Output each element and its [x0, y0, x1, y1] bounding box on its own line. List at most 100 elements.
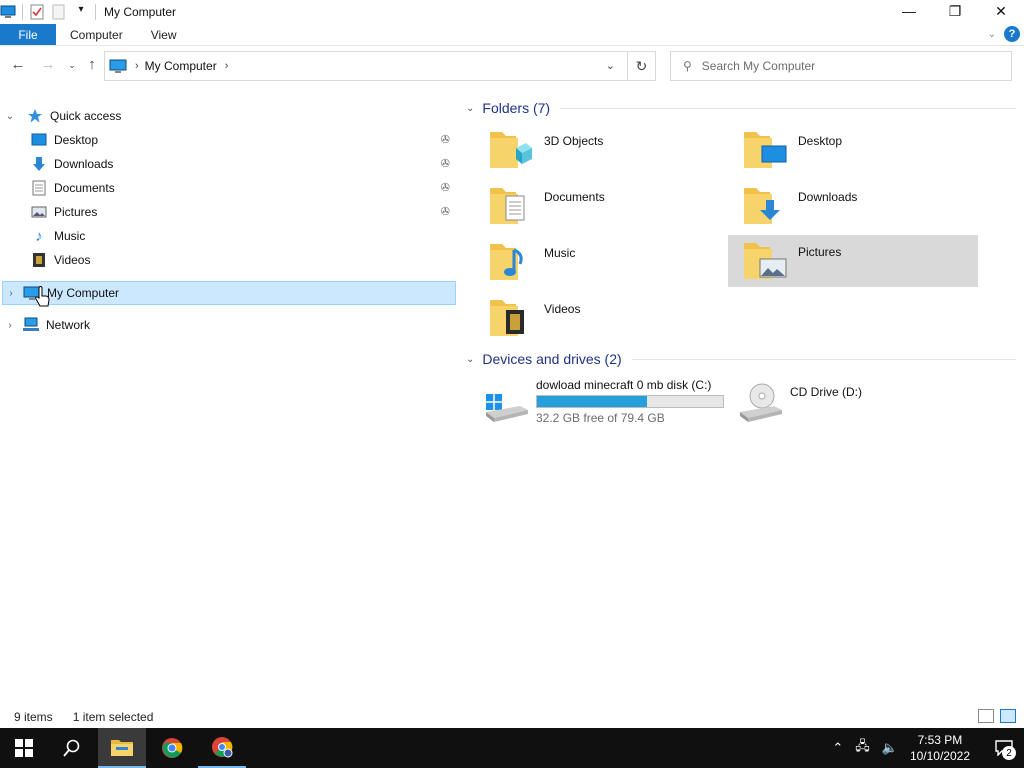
drive-free-space: 32.2 GB free of 79.4 GB: [536, 411, 665, 425]
tab-view[interactable]: View: [137, 24, 191, 45]
drive-c[interactable]: dowload minecraft 0 mb disk (C:) 32.2 GB…: [474, 376, 734, 426]
nav-item-music[interactable]: ♪ Music: [30, 224, 458, 248]
network-status-icon[interactable]: 🖧: [855, 737, 870, 759]
title-bar: ▾ My Computer — ❐ ✕: [0, 0, 1024, 24]
folder-label: Music: [544, 246, 576, 260]
collapsed-chevron-icon[interactable]: ›: [3, 288, 19, 299]
folder-label: Pictures: [798, 245, 842, 259]
folder-tile-pictures[interactable]: Pictures: [728, 235, 978, 287]
nav-label: Quick access: [50, 109, 122, 123]
address-dropdown-icon[interactable]: ⌄: [606, 59, 615, 72]
expanded-chevron-icon[interactable]: ⌄: [2, 111, 18, 122]
nav-item-pictures[interactable]: Pictures ✇: [30, 200, 458, 224]
search-button[interactable]: [48, 728, 96, 768]
restore-button[interactable]: ❐: [932, 0, 978, 22]
group-collapse-chevron-icon[interactable]: ⌄: [466, 354, 474, 365]
folders-header-label: Folders (7): [482, 100, 551, 116]
folder-label: Videos: [544, 302, 581, 316]
computer-icon: [109, 58, 127, 74]
expand-ribbon-chevron-icon[interactable]: ⌄: [988, 29, 996, 40]
nav-item-videos[interactable]: Videos: [30, 248, 458, 272]
folder-tile-downloads[interactable]: Downloads: [734, 180, 984, 232]
nav-quick-access[interactable]: ⌄ Quick access: [2, 104, 452, 128]
view-toggle: [978, 709, 1016, 723]
status-bar: 9 items 1 item selected: [0, 706, 1024, 728]
nav-my-computer[interactable]: › My Computer: [2, 281, 456, 305]
pin-icon[interactable]: ✇: [441, 181, 450, 194]
music-folder-icon: [486, 236, 534, 284]
notification-count-badge: 2: [1002, 746, 1016, 760]
group-collapse-chevron-icon[interactable]: ⌄: [466, 103, 474, 114]
folders-group-header[interactable]: ⌄ Folders (7): [466, 100, 1016, 116]
breadcrumb-my-computer[interactable]: My Computer: [145, 59, 217, 73]
quick-access-toolbar: ▾: [0, 0, 102, 24]
customize-qat-chevron-icon[interactable]: ▾: [73, 4, 89, 20]
3d-objects-folder-icon: [486, 124, 534, 172]
back-arrow-icon[interactable]: ←: [8, 56, 28, 73]
window-title: My Computer: [104, 5, 177, 19]
nav-item-downloads[interactable]: Downloads ✇: [30, 152, 458, 176]
file-explorer-icon: [111, 740, 133, 756]
toolbar-separator: [22, 4, 23, 20]
clock-date: 10/10/2022: [909, 749, 970, 763]
close-button[interactable]: ✕: [978, 0, 1024, 22]
nav-label: Music: [54, 229, 86, 243]
pictures-folder-icon: [740, 235, 788, 283]
breadcrumb-separator-icon[interactable]: ›: [225, 60, 229, 72]
clock[interactable]: 7:53 PM 10/10/2022: [910, 732, 970, 764]
pin-icon[interactable]: ✇: [441, 133, 450, 146]
search-input[interactable]: ⚲ Search My Computer: [670, 51, 1012, 81]
pin-icon[interactable]: ✇: [441, 205, 450, 218]
windows-drive-icon: [480, 376, 528, 424]
document-icon: [30, 180, 48, 196]
ribbon-right-controls: ⌄ ?: [988, 26, 1020, 42]
nav-label: My Computer: [47, 286, 120, 300]
devices-group-header[interactable]: ⌄ Devices and drives (2): [466, 351, 1016, 367]
forward-arrow-icon[interactable]: →: [38, 56, 58, 73]
music-note-icon: ♪: [35, 227, 43, 245]
tab-file[interactable]: File: [0, 24, 56, 45]
item-count: 9 items: [14, 710, 53, 724]
pin-icon[interactable]: ✇: [441, 157, 450, 170]
help-icon[interactable]: ?: [1004, 26, 1020, 42]
taskbar-file-explorer[interactable]: [98, 728, 146, 768]
taskbar-chrome[interactable]: [148, 728, 196, 768]
tab-computer[interactable]: Computer: [56, 24, 137, 45]
nav-item-desktop[interactable]: Desktop ✇: [30, 128, 458, 152]
clock-time: 7:53 PM: [917, 733, 963, 747]
folder-tile-music[interactable]: Music: [480, 236, 730, 288]
folder-tile-desktop[interactable]: Desktop: [734, 124, 984, 176]
large-icons-view-icon[interactable]: [1000, 709, 1016, 723]
drive-d[interactable]: CD Drive (D:): [728, 376, 988, 426]
collapsed-chevron-icon[interactable]: ›: [2, 320, 18, 331]
nav-label: Pictures: [54, 205, 98, 219]
recent-locations-chevron-icon[interactable]: ⌄: [62, 60, 82, 71]
folder-tile-documents[interactable]: Documents: [480, 180, 730, 232]
nav-network[interactable]: › Network: [2, 313, 456, 337]
action-center-button[interactable]: 2: [984, 728, 1024, 768]
breadcrumb-separator-icon[interactable]: ›: [135, 60, 139, 72]
nav-item-documents[interactable]: Documents ✇: [30, 176, 458, 200]
divider: [560, 107, 1016, 109]
up-arrow-icon[interactable]: ↑: [82, 56, 102, 73]
devices-header-label: Devices and drives (2): [482, 351, 622, 367]
address-bar[interactable]: › My Computer › ⌄ ↻: [104, 51, 656, 81]
folder-tile-3d-objects[interactable]: 3D Objects: [480, 124, 730, 176]
window-controls: — ❐ ✕: [886, 0, 1024, 22]
nav-label: Videos: [54, 253, 91, 267]
desktop-folder-icon: [740, 124, 788, 172]
drive-info: dowload minecraft 0 mb disk (C:) 32.2 GB…: [536, 376, 724, 425]
minimize-button[interactable]: —: [886, 0, 932, 22]
nav-label: Documents: [54, 181, 115, 195]
drive-name: CD Drive (D:): [790, 385, 862, 399]
show-hidden-icons-chevron-icon[interactable]: ⌃: [832, 740, 843, 756]
film-icon: [30, 252, 48, 268]
refresh-icon[interactable]: ↻: [627, 52, 655, 80]
properties-icon[interactable]: [29, 4, 45, 20]
volume-icon[interactable]: 🔈: [882, 740, 898, 756]
folder-tile-videos[interactable]: Videos: [480, 292, 730, 344]
taskbar-chrome-profile[interactable]: [198, 728, 246, 768]
start-button[interactable]: [0, 728, 48, 768]
new-folder-icon[interactable]: [51, 4, 67, 20]
details-view-icon[interactable]: [978, 709, 994, 723]
